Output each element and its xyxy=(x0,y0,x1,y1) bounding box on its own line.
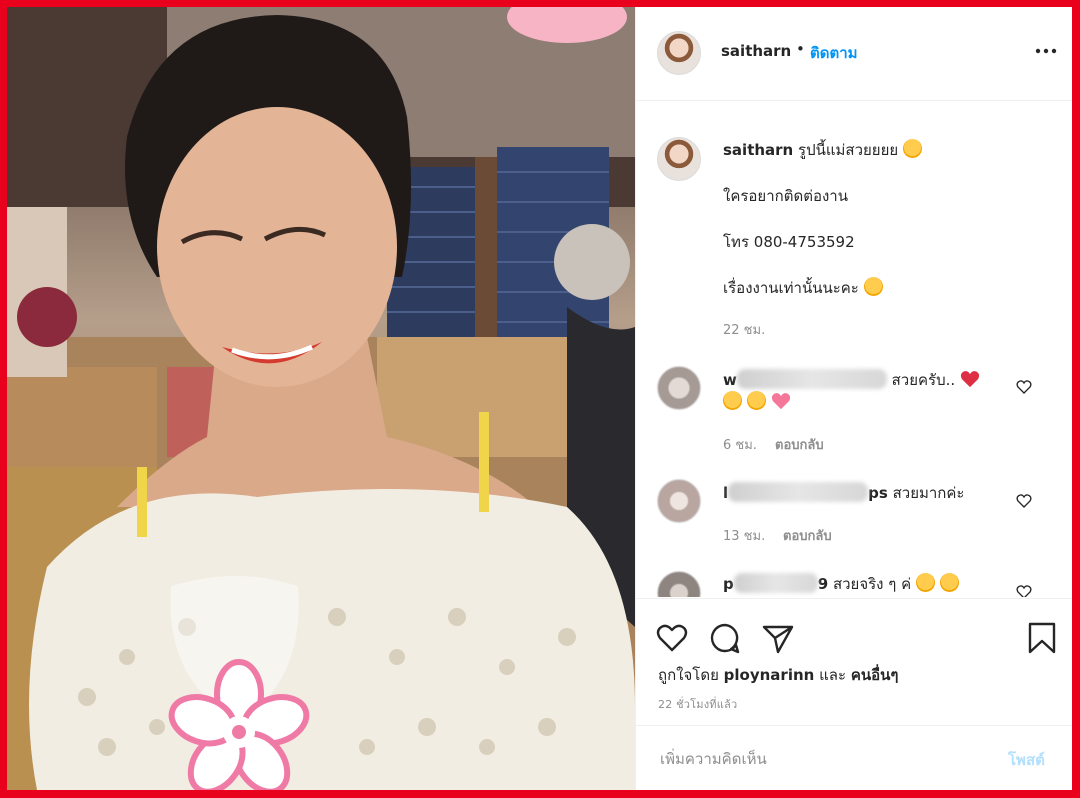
commenter-username-visible: w xyxy=(723,371,737,389)
wink-kiss-emoji-icon xyxy=(902,139,922,158)
blurred-username xyxy=(733,573,818,593)
post-side-panel: saitharn • ติดตาม saitharn รูปนี้แม่สวยย… xyxy=(635,7,1072,790)
comment-composer: โพสต์ xyxy=(636,725,1072,790)
caption-line-2: ใครอยากติดต่องาน xyxy=(723,187,848,205)
red-heart-emoji-icon xyxy=(960,371,980,388)
caption-line-1: saitharn รูปนี้แม่สวยยยย xyxy=(723,139,922,161)
share-icon[interactable] xyxy=(761,621,795,655)
comment-body: w สวยครับ.. xyxy=(723,369,1003,413)
heart-eyes-emoji-icon xyxy=(939,573,959,592)
caption-username[interactable]: saitharn xyxy=(723,141,793,159)
comment-time: 13 ชม. xyxy=(723,529,766,544)
commenter-username-visible: p xyxy=(723,575,734,593)
like-comment-heart-icon[interactable] xyxy=(1016,493,1032,509)
sparkling-heart-emoji-icon xyxy=(771,393,790,410)
commenter-avatar[interactable] xyxy=(657,366,701,410)
caption-time: 22 ชม. xyxy=(723,323,766,338)
blurred-username xyxy=(728,482,869,502)
owner-username[interactable]: saitharn xyxy=(721,42,791,60)
caption-line-4: เรื่องงานเท่านั้นนะคะ xyxy=(723,277,883,299)
commenter-avatar[interactable] xyxy=(657,571,701,597)
comment-input[interactable] xyxy=(658,744,992,774)
reply-button[interactable]: ตอบกลับ xyxy=(775,434,824,455)
post-comment-button[interactable]: โพสต์ xyxy=(1008,748,1045,772)
commenter-username[interactable]: l ps xyxy=(723,482,888,502)
like-comment-heart-icon[interactable] xyxy=(1016,584,1032,597)
caption-line-4-text: เรื่องงานเท่านั้นนะคะ xyxy=(723,279,859,297)
post-photo[interactable] xyxy=(7,7,635,790)
caption-line-1-text: รูปนี้แม่สวยยยย xyxy=(798,141,899,159)
smiling-emoji-icon xyxy=(723,391,742,410)
caption-avatar[interactable] xyxy=(657,137,701,181)
comment-time: 6 ชม. xyxy=(723,438,757,453)
commenter-username-suffix: 9 xyxy=(817,575,829,593)
instagram-post-frame: saitharn • ติดตาม saitharn รูปนี้แม่สวยย… xyxy=(7,7,1072,790)
comment-text: สวยจริง ๆ ค่ xyxy=(832,575,912,593)
likes-summary: ถูกใจโดย ploynarinn และ คนอื่นๆ xyxy=(658,663,898,687)
kiss-emoji-icon xyxy=(746,391,766,410)
commenter-avatar[interactable] xyxy=(657,479,701,523)
comment-body: l ps สวยมากค่ะ xyxy=(723,482,1013,504)
grinning-emoji-icon xyxy=(863,277,883,296)
likes-others[interactable]: คนอื่นๆ xyxy=(851,666,899,684)
comment-text: สวยมากค่ะ xyxy=(892,484,965,502)
blurred-username xyxy=(736,369,887,389)
post-header: saitharn • ติดตาม xyxy=(636,7,1072,101)
follow-separator: • xyxy=(796,40,805,58)
follow-button[interactable]: ติดตาม xyxy=(810,41,858,65)
comment-body: p9 สวยจริง ๆ ค่ xyxy=(723,573,1013,595)
likes-and: และ xyxy=(819,666,847,684)
more-horizontal-icon[interactable] xyxy=(1035,43,1057,59)
owner-avatar[interactable] xyxy=(657,31,701,75)
likes-user[interactable]: ploynarinn xyxy=(724,666,815,684)
comment-text: สวยครับ.. xyxy=(891,371,956,389)
reply-button[interactable]: ตอบกลับ xyxy=(783,525,832,546)
post-actions: ถูกใจโดย ploynarinn และ คนอื่นๆ 22 ชั่วโ… xyxy=(636,598,1072,726)
post-time-ago[interactable]: 22 ชั่วโมงที่แล้ว xyxy=(658,695,737,713)
commenter-username-suffix: ps xyxy=(868,484,888,502)
bookmark-icon[interactable] xyxy=(1025,621,1059,655)
commenter-username[interactable]: p9 xyxy=(723,573,829,593)
comments-list[interactable]: saitharn รูปนี้แม่สวยยยย ใครอยากติดต่องา… xyxy=(636,101,1072,597)
comment-icon[interactable] xyxy=(708,621,742,655)
likes-prefix: ถูกใจโดย xyxy=(658,666,719,684)
photo-illustration xyxy=(7,7,635,790)
caption-line-3: โทร 080-4753592 xyxy=(723,233,855,251)
heart-eyes-emoji-icon xyxy=(915,573,935,592)
commenter-username[interactable]: w xyxy=(723,369,887,389)
heart-icon[interactable] xyxy=(655,621,689,655)
like-comment-heart-icon[interactable] xyxy=(1016,379,1032,395)
